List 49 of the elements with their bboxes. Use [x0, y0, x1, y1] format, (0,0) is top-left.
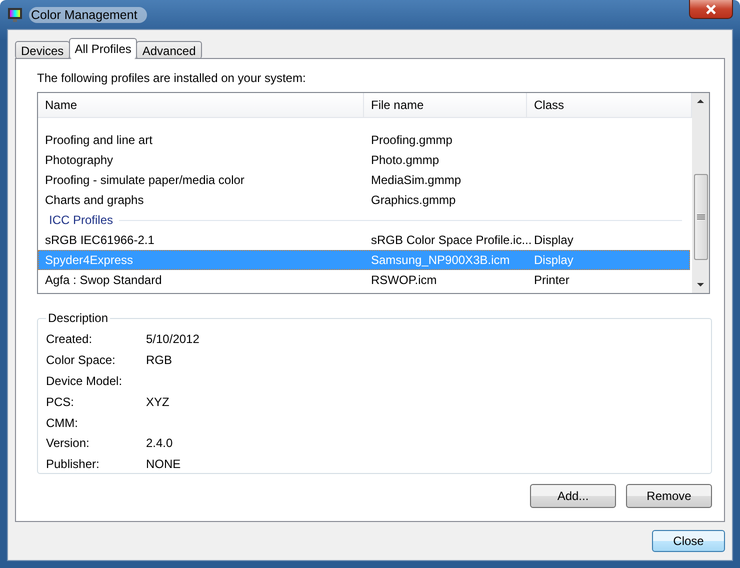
action-button[interactable]: Remove [626, 484, 712, 508]
tab[interactable]: Advanced [136, 41, 202, 59]
grip-icon [696, 214, 704, 220]
class-cell-text: Display [533, 253, 574, 267]
field-value: 5/10/2012 [146, 332, 200, 346]
profile-row[interactable]: Agfa : Swop Standard RSWOP.icm Printer [38, 270, 690, 290]
field-label: Created: [46, 332, 94, 346]
field-value: NONE [146, 457, 182, 472]
close-icon[interactable] [689, 0, 733, 19]
name-cell-text: Charts and graphs [44, 193, 145, 207]
class-cell-text: Printer [533, 273, 570, 287]
window-title: Color Management [29, 6, 148, 22]
field-value: XYZ [146, 394, 170, 409]
column-header[interactable]: File name [364, 93, 527, 117]
group-header: ICC Profiles [49, 213, 114, 227]
column-header[interactable]: Name [38, 93, 364, 117]
field-label: Device Model: [46, 374, 124, 388]
profile-row[interactable]: sRGB IEC61966-2.1 sRGB Color Space Profile.ic... Display [38, 230, 690, 250]
intro-text: The following profiles are installed on your system: [37, 71, 307, 85]
action-button[interactable]: Add... [530, 484, 616, 508]
field-label: PCS: [46, 394, 76, 409]
field-value: RGB [146, 353, 174, 368]
close-button[interactable]: Close [652, 530, 725, 552]
field-label: Version: [46, 436, 90, 450]
file-cell-text: MediaSim.gmmp [370, 173, 462, 187]
field-label: Publisher: [46, 457, 100, 472]
tab[interactable]: All Profiles [68, 38, 138, 59]
scrollbar[interactable] [692, 93, 709, 293]
monitor-icon [7, 6, 23, 22]
name-cell-text: Agfa : Swop Standard [44, 273, 163, 287]
profile-row[interactable]: Charts and graphs Graphics.gmmp [38, 190, 690, 210]
file-cell-text: Proofing.gmmp [370, 133, 454, 147]
field-label: Color Space: [46, 353, 116, 368]
name-cell-text: Proofing and line art [44, 133, 154, 147]
file-cell-text: Graphics.gmmp [370, 193, 457, 207]
group-title: Description [47, 311, 110, 325]
file-cell-text: Samsung_NP900X3B.icm [370, 253, 511, 267]
name-cell-text: Spyder4Express [44, 253, 134, 267]
file-cell-text: Photo.gmmp [370, 153, 440, 167]
profile-row[interactable]: Proofing - simulate paper/media color MediaSim.gmmp [38, 170, 690, 190]
name-cell-text: Proofing - simulate paper/media color [44, 173, 246, 187]
name-cell-text: Photography [44, 153, 114, 167]
field-value: 2.4.0 [146, 436, 174, 450]
name-cell-text: sRGB IEC61966-2.1 [44, 233, 156, 247]
tab[interactable]: Devices [15, 41, 70, 59]
profile-row[interactable]: Proofing and line art Proofing.gmmp [38, 130, 690, 150]
file-cell-text: RSWOP.icm [370, 273, 438, 287]
profile-row[interactable]: Photography Photo.gmmp [38, 150, 690, 170]
field-label: CMM: [46, 416, 79, 430]
